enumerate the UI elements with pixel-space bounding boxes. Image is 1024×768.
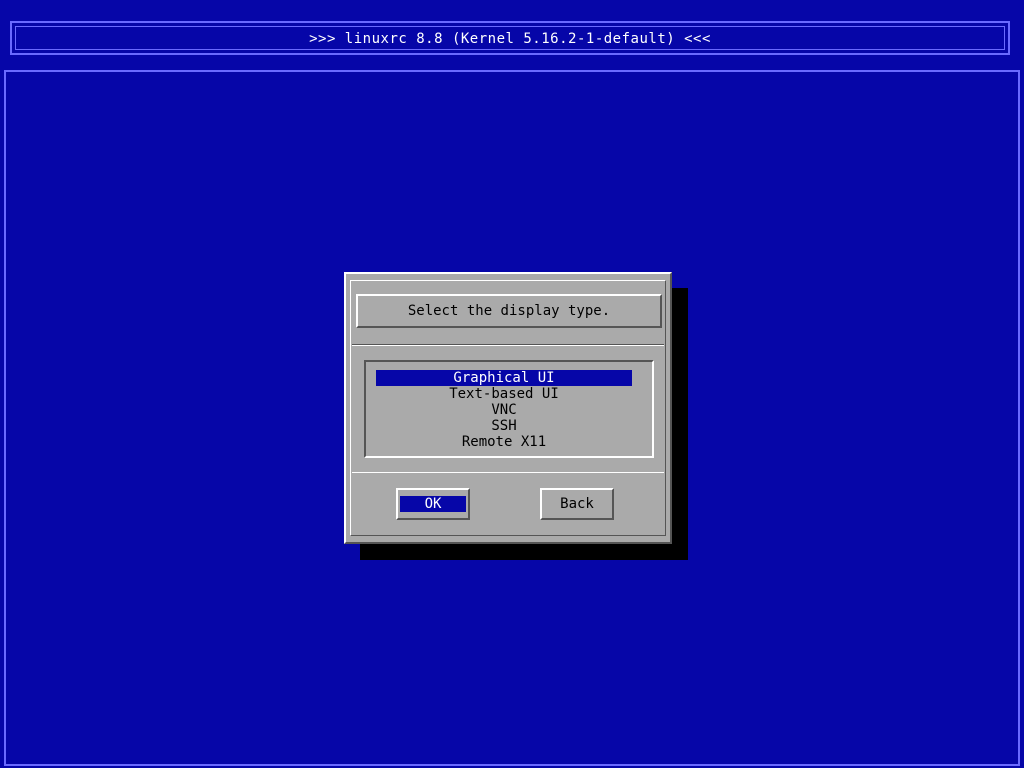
display-type-dialog: Select the display type. Graphical UI Te… [344, 272, 672, 544]
dialog-prompt: Select the display type. [356, 294, 662, 328]
frame-bottom-line [4, 764, 1020, 766]
frame-right-line [1018, 72, 1020, 764]
frame-top-line [4, 70, 1020, 72]
title-bar: >>> linuxrc 8.8 (Kernel 5.16.2-1-default… [10, 21, 1010, 55]
list-item-ssh[interactable]: SSH [376, 418, 632, 434]
list-item-vnc[interactable]: VNC [376, 402, 632, 418]
dialog-divider-bottom [352, 472, 664, 473]
window-title: >>> linuxrc 8.8 (Kernel 5.16.2-1-default… [309, 31, 711, 47]
ok-button[interactable]: OK [396, 488, 470, 520]
linuxrc-screen: >>> linuxrc 8.8 (Kernel 5.16.2-1-default… [0, 0, 1024, 768]
dialog-divider-top [352, 344, 664, 346]
back-button[interactable]: Back [540, 488, 614, 520]
frame-left-line [4, 72, 6, 764]
list-item-remote-x11[interactable]: Remote X11 [376, 434, 632, 450]
list-item-text-based-ui[interactable]: Text-based UI [376, 386, 632, 402]
back-button-label: Back [560, 496, 594, 512]
display-type-list[interactable]: Graphical UI Text-based UI VNC SSH Remot… [364, 360, 654, 458]
ok-button-label: OK [400, 496, 466, 512]
list-item-graphical-ui[interactable]: Graphical UI [376, 370, 632, 386]
